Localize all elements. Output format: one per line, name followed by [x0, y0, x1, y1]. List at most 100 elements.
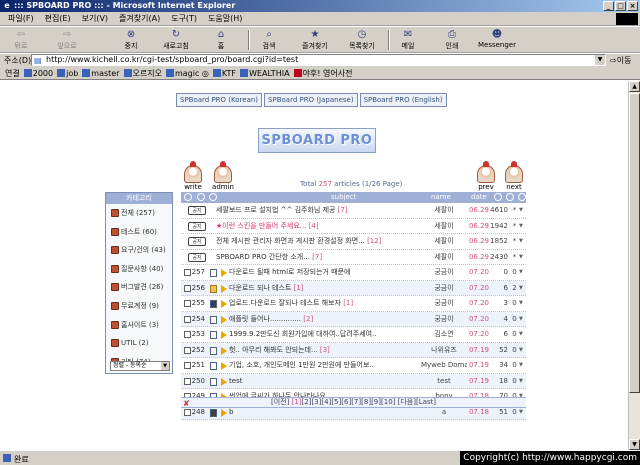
pager-next[interactable]: [다음]: [398, 398, 416, 406]
row-subject[interactable]: 업로드.다운로드 잘되나 테스트 해보자 [1]: [229, 296, 419, 311]
address-dropdown-icon[interactable]: ▼: [595, 55, 605, 65]
category-item-homesite[interactable]: 홈사이트 (3): [106, 316, 172, 335]
row-subject[interactable]: 다운로드 될때 html로 저장되는거 때문에: [229, 265, 419, 280]
notice-row[interactable]: 공지 SPBOARD PRO 간단한 소개... [7] 세팔이 06.29 2430 *…: [181, 249, 526, 265]
row-subject[interactable]: 세팔보드 프로 설치법 ^^ 김주화님 제공 [7]: [216, 203, 419, 218]
pager-page-link[interactable]: [10]: [381, 398, 395, 406]
home-button[interactable]: ⌂ 홈: [210, 29, 232, 51]
header-select-icon[interactable]: [184, 193, 192, 201]
download-icon[interactable]: ▼: [519, 296, 523, 311]
pager-page-link[interactable]: [7]: [351, 398, 361, 406]
row-checkbox[interactable]: [184, 269, 191, 276]
tab-japanese[interactable]: SPBoard PRO (Japanese): [264, 93, 358, 107]
prev-button[interactable]: prev: [474, 161, 498, 193]
menu-favorites[interactable]: 즐겨찾기(A): [119, 13, 160, 24]
category-item-free-account[interactable]: 무료계정 (9): [106, 297, 172, 316]
maximize-button[interactable]: □: [615, 1, 626, 11]
category-item-question[interactable]: 질문사항 (40): [106, 260, 172, 279]
pager-page-link[interactable]: [4]: [321, 398, 331, 406]
link-item[interactable]: master: [82, 69, 120, 78]
download-icon[interactable]: ▼: [519, 327, 523, 342]
menu-edit[interactable]: 편집(E): [45, 13, 71, 24]
row-checkbox[interactable]: [184, 331, 191, 338]
delete-icon[interactable]: ✘: [183, 399, 190, 408]
go-button[interactable]: ⇨이동: [610, 55, 631, 66]
refresh-button[interactable]: ↻ 새로고침: [158, 29, 194, 51]
write-button[interactable]: write: [181, 161, 205, 193]
menu-help[interactable]: 도움말(H): [208, 13, 242, 24]
row-author[interactable]: 궁금이: [421, 265, 467, 280]
row-author[interactable]: 세팔이: [421, 250, 467, 265]
row-subject[interactable]: 전체 게시판 관리자 화면과 게시판 환경설정 화면... [12]: [216, 234, 419, 249]
row-author[interactable]: 나위유즈: [421, 343, 467, 358]
row-subject[interactable]: ★이런 스킨을 만들어 주세요... [4]: [216, 219, 419, 234]
scroll-thumb[interactable]: [629, 93, 640, 393]
table-row[interactable]: 253 1999.9.2만도신 회원가입에 대하여..답려주세여.. 김소연 07.…: [181, 327, 526, 343]
row-author[interactable]: 김소연: [421, 327, 467, 342]
row-author[interactable]: Myweb Doma..: [421, 358, 467, 373]
download-icon[interactable]: ▼: [519, 312, 523, 327]
next-button[interactable]: next: [502, 161, 526, 193]
row-subject[interactable]: test: [229, 374, 419, 389]
category-item-bug[interactable]: 버그발견 (26): [106, 278, 172, 297]
download-icon[interactable]: ▼: [519, 265, 523, 280]
notice-row[interactable]: 공지 전체 게시판 관리자 화면과 게시판 환경설정 화면... [12] 세팔이 0…: [181, 234, 526, 250]
mail-button[interactable]: ✉ 메일: [396, 29, 420, 51]
row-checkbox[interactable]: [184, 362, 191, 369]
category-item-request[interactable]: 요구/건의 (43): [106, 241, 172, 260]
row-checkbox[interactable]: [184, 346, 191, 354]
row-author[interactable]: 궁금이: [421, 312, 467, 327]
table-row[interactable]: 257 다운로드 될때 html로 저장되는거 때문에 궁금이 07.20 0 0 ▼: [181, 265, 526, 281]
download-icon[interactable]: ▼: [519, 250, 523, 265]
back-button[interactable]: ⇦ 뒤로: [6, 29, 36, 51]
pager-page-link[interactable]: [8]: [361, 398, 371, 406]
print-button[interactable]: ⎙ 인쇄: [440, 29, 464, 51]
row-checkbox[interactable]: [184, 300, 191, 307]
minimize-button[interactable]: _: [603, 1, 614, 11]
menu-tools[interactable]: 도구(T): [171, 13, 197, 24]
address-input[interactable]: ▤ http://www.kichell.co.kr/cgi-test/spbo…: [31, 54, 606, 66]
download-icon[interactable]: ▼: [519, 343, 523, 358]
pager-page-link[interactable]: [3]: [311, 398, 321, 406]
scroll-down-icon[interactable]: ▼: [629, 439, 640, 450]
stop-button[interactable]: ⊗ 중지: [118, 29, 144, 51]
search-button[interactable]: ⌕ 검색: [256, 29, 282, 51]
download-icon[interactable]: ▼: [519, 234, 523, 249]
messenger-button[interactable]: ☻ Messenger: [474, 29, 520, 51]
link-item[interactable]: magic ◎: [165, 69, 209, 78]
row-author[interactable]: 궁금이: [421, 296, 467, 311]
tab-english[interactable]: SPBoard PRO (English): [359, 93, 447, 107]
table-row[interactable]: 251 기업, 소호, 개인도메인 1만원 2만원에 만들어보.. Myweb D…: [181, 358, 526, 374]
scroll-up-icon[interactable]: ▲: [629, 81, 640, 92]
pager-page-link[interactable]: [9]: [371, 398, 381, 406]
pager-page-link[interactable]: [5]: [331, 398, 341, 406]
row-author[interactable]: 세팔이: [421, 203, 467, 218]
link-item[interactable]: WEALTHIA: [240, 69, 290, 78]
link-item[interactable]: 2000: [23, 69, 53, 78]
row-subject[interactable]: 1999.9.2만도신 회원가입에 대하여..답려주세여..: [229, 327, 419, 342]
category-item-all[interactable]: 전체 (257): [106, 204, 172, 223]
row-author[interactable]: 궁금이: [421, 281, 467, 296]
admin-button[interactable]: admin: [211, 161, 235, 193]
vertical-scrollbar[interactable]: ▲ ▼: [628, 81, 640, 450]
pager-prev[interactable]: [이전]: [271, 398, 289, 406]
category-item-test[interactable]: 테스트 (60): [106, 223, 172, 242]
notice-row[interactable]: 공지 세팔보드 프로 설치법 ^^ 김주화님 제공 [7] 세팔이 06.29 4610…: [181, 203, 526, 219]
close-button[interactable]: ×: [627, 1, 638, 11]
link-item[interactable]: job: [57, 69, 78, 78]
download-icon[interactable]: ▼: [519, 203, 523, 218]
link-item[interactable]: 야후! 영어사전: [293, 68, 352, 79]
row-checkbox[interactable]: [184, 408, 191, 416]
pager-page-link[interactable]: [1]: [292, 398, 302, 406]
menu-file[interactable]: 파일(F): [8, 13, 34, 24]
table-row[interactable]: 254 애플릿 들어나.............. [2] 궁금이 07.20 4 0 ▼: [181, 311, 526, 327]
favorites-button[interactable]: ★ 즐겨찾기: [297, 29, 333, 51]
row-author[interactable]: 세팔이: [421, 219, 467, 234]
pager-page-link[interactable]: [2]: [302, 398, 312, 406]
sort-select[interactable]: 정렬 - 등록순: [110, 361, 170, 371]
table-row[interactable]: 250 test test 07.19 18 0 ▼: [181, 373, 526, 389]
pager-last[interactable]: [Last]: [416, 398, 436, 406]
link-item[interactable]: 오르지오: [123, 68, 162, 79]
row-author[interactable]: test: [421, 374, 467, 389]
table-row[interactable]: 255 업로드.다운로드 잘되나 테스트 해보자 [1] 궁금이 07.20 3 0 ▼: [181, 296, 526, 312]
